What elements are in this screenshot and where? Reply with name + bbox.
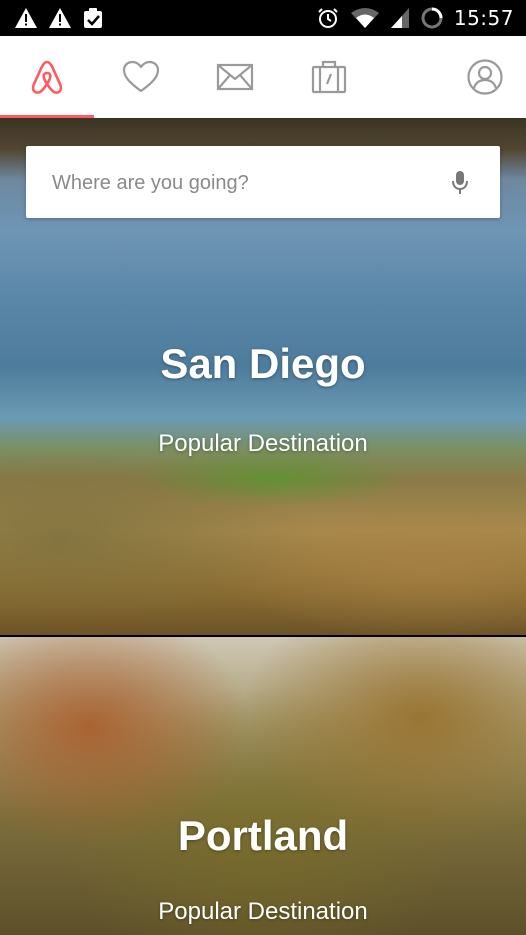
- suitcase-icon: [311, 60, 347, 94]
- wifi-icon: [350, 8, 379, 28]
- battery-icon: [421, 7, 443, 29]
- user-icon: [467, 59, 503, 95]
- destination-card-portland[interactable]: Portland Popular Destination: [0, 637, 526, 935]
- alarm-icon: [318, 8, 338, 28]
- tab-wishlists[interactable]: [94, 36, 188, 118]
- signal-icon: [390, 8, 409, 28]
- warning-icon: [49, 8, 71, 28]
- tab-profile[interactable]: [444, 36, 526, 118]
- destination-subtitle: Popular Destination: [158, 430, 368, 457]
- search-bar: [26, 146, 500, 220]
- tab-trips[interactable]: [282, 36, 376, 118]
- clock-time: 15:57: [453, 6, 514, 30]
- status-bar: 15:57: [0, 0, 526, 36]
- destination-subtitle: Popular Destination: [158, 898, 368, 925]
- top-nav-bar: [0, 36, 526, 119]
- microphone-icon[interactable]: [450, 170, 470, 196]
- envelope-icon: [216, 63, 254, 91]
- airbnb-logo-icon: [31, 60, 63, 94]
- clipboard-check-icon: [84, 8, 102, 28]
- tab-inbox[interactable]: [188, 36, 282, 118]
- heart-icon: [122, 60, 160, 93]
- search-input[interactable]: [50, 146, 434, 220]
- destination-title: Portland: [177, 812, 349, 859]
- tab-home[interactable]: [0, 36, 94, 118]
- warning-icon: [15, 8, 37, 28]
- destination-title: San Diego: [160, 340, 366, 387]
- destination-photo: [0, 637, 526, 935]
